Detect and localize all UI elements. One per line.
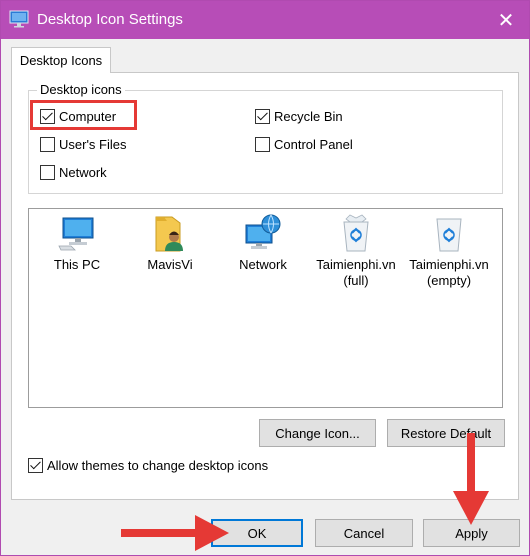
icon-list[interactable]: This PC MavisVi Network Taimienphi.vn (f…: [28, 208, 503, 408]
annotation-highlight-box: [30, 100, 137, 130]
icon-item-this-pc[interactable]: This PC: [37, 213, 117, 273]
computer-icon: [58, 217, 94, 251]
window-title: Desktop Icon Settings: [37, 11, 183, 28]
icon-label: Network: [239, 257, 287, 272]
icon-item-mavisvi[interactable]: MavisVi: [130, 213, 210, 273]
tab-desktop-icons[interactable]: Desktop Icons: [11, 47, 111, 73]
tab-panel: Desktop icons Computer Recycle Bin User'…: [11, 72, 519, 500]
arrow-down-icon: [453, 433, 489, 525]
recycle-bin-empty-icon: [436, 218, 462, 252]
change-icon-button[interactable]: Change Icon...: [259, 419, 376, 447]
group-legend: Desktop icons: [37, 82, 125, 97]
icon-label: Taimienphi.vn: [316, 257, 396, 272]
users-files-checkbox-box[interactable]: [40, 136, 55, 152]
icon-label: MavisVi: [147, 257, 193, 272]
checkbox-label: Network: [59, 164, 107, 180]
icon-label: This PC: [53, 257, 101, 272]
network-icon: [245, 214, 281, 249]
control-panel-checkbox-box[interactable]: [255, 136, 270, 152]
title-bar[interactable]: Desktop Icon Settings ✕: [1, 1, 529, 39]
icon-sublabel: (full): [343, 273, 369, 288]
checkbox-users-files[interactable]: User's Files: [40, 134, 127, 154]
checkbox-control-panel[interactable]: Control Panel: [255, 134, 353, 154]
icon-item-recycle-empty[interactable]: Taimienphi.vn (empty): [409, 213, 489, 289]
checkbox-label: User's Files: [59, 136, 127, 152]
dialog-window: Desktop Icon Settings ✕ Desktop Icons De…: [0, 0, 530, 556]
close-button[interactable]: ✕: [483, 1, 529, 39]
user-folder-icon: [155, 216, 183, 252]
close-icon: ✕: [497, 9, 515, 32]
checkbox-label: Control Panel: [274, 136, 353, 152]
monitor-icon: [9, 10, 29, 28]
allow-themes-checkbox-box[interactable]: [28, 457, 43, 473]
checkbox-label: Recycle Bin: [274, 108, 343, 124]
network-checkbox-box[interactable]: [40, 164, 55, 180]
icon-sublabel: (empty): [426, 273, 472, 288]
recycle-bin-full-icon: [343, 214, 369, 252]
arrow-right-icon: [121, 515, 229, 551]
checkbox-label: Allow themes to change desktop icons: [47, 457, 269, 473]
checkbox-recycle-bin[interactable]: Recycle Bin: [255, 106, 343, 126]
checkbox-allow-themes[interactable]: Allow themes to change desktop icons: [28, 455, 268, 475]
icon-item-recycle-full[interactable]: Taimienphi.vn (full): [316, 213, 396, 289]
icon-item-network[interactable]: Network: [223, 213, 303, 273]
checkbox-network[interactable]: Network: [40, 162, 107, 182]
cancel-button[interactable]: Cancel: [315, 519, 413, 547]
recycle-bin-checkbox-box[interactable]: [255, 108, 270, 124]
icon-label: Taimienphi.vn: [409, 257, 489, 272]
